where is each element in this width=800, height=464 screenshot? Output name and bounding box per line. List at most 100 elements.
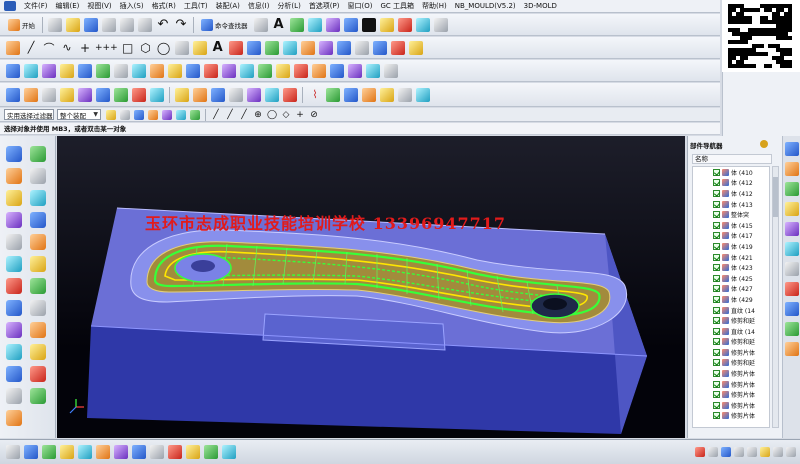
feature-tree-scrollbar[interactable] [772, 166, 779, 428]
visibility-checkbox[interactable] [713, 391, 720, 399]
grid-button[interactable] [307, 17, 323, 33]
pad-button[interactable] [95, 87, 111, 103]
select-all-button[interactable] [105, 109, 117, 121]
start-button[interactable]: 开始 [5, 17, 38, 33]
unite-button[interactable] [113, 87, 129, 103]
feature-tree-item[interactable]: 体 (415 [693, 220, 769, 231]
slider-icon[interactable] [30, 234, 46, 250]
surface-grid-button[interactable] [372, 40, 388, 56]
roles-tab-icon[interactable] [785, 322, 799, 336]
datum-plane-button[interactable] [246, 87, 262, 103]
scrollbar-thumb[interactable] [773, 177, 778, 217]
menu-gc-toolkit[interactable]: GC 工具箱 [376, 1, 418, 11]
menu-window[interactable]: 窗口(O) [344, 1, 377, 11]
chamfer-button[interactable] [192, 87, 208, 103]
feature-tree-item[interactable]: 体 (429 [693, 294, 769, 305]
styled-blend-button[interactable] [275, 63, 291, 79]
visibility-checkbox[interactable] [713, 295, 720, 303]
add-component-icon[interactable] [30, 146, 46, 162]
shaded-button[interactable] [131, 443, 147, 461]
text-curve-button[interactable]: A [210, 40, 226, 56]
orient-button[interactable] [41, 443, 57, 461]
through-curves-button[interactable] [5, 63, 21, 79]
mold-tool-button[interactable] [343, 87, 359, 103]
render-button[interactable] [397, 17, 413, 33]
intersect-button[interactable] [149, 87, 165, 103]
point-set-button[interactable]: +++ [95, 40, 118, 56]
snap-endpoint-button[interactable]: ╱ [210, 109, 222, 121]
studio-surface-button[interactable] [77, 63, 93, 79]
cut-button[interactable] [101, 17, 117, 33]
csys-button[interactable] [5, 443, 21, 461]
face-blend-button[interactable] [257, 63, 273, 79]
measure-button[interactable] [325, 17, 341, 33]
bounded-plane-button[interactable] [113, 63, 129, 79]
pin-icon[interactable] [760, 140, 768, 148]
hole-table-icon[interactable] [30, 344, 46, 360]
boss-button[interactable] [59, 87, 75, 103]
zoom-button[interactable] [77, 443, 93, 461]
curve-analysis-button[interactable] [354, 40, 370, 56]
helix-button[interactable] [174, 40, 190, 56]
constraint-navigator-tab-icon[interactable] [785, 162, 799, 176]
microphone-icon[interactable] [734, 447, 744, 457]
revolve-button[interactable] [23, 87, 39, 103]
through-mesh-button[interactable] [23, 63, 39, 79]
offset-surface-button[interactable] [131, 63, 147, 79]
exit-mold-icon[interactable] [6, 410, 22, 426]
hd3d-tools-tab-icon[interactable] [785, 222, 799, 236]
extract-geometry-button[interactable] [325, 87, 341, 103]
thicken-button[interactable] [221, 63, 237, 79]
pattern-button[interactable] [361, 87, 377, 103]
menu-edit[interactable]: 编辑(E) [52, 1, 84, 11]
mirror-feature-button[interactable] [379, 87, 395, 103]
redo-button[interactable]: ↷ [173, 17, 189, 33]
patch-button[interactable] [203, 63, 219, 79]
snap-quadrant-button[interactable]: ◇ [280, 109, 292, 121]
x-form-button[interactable] [239, 63, 255, 79]
ejector-icon[interactable] [6, 234, 22, 250]
gate-icon[interactable] [6, 278, 22, 294]
gc-analysis-button[interactable] [415, 87, 431, 103]
system-materials-tab-icon[interactable] [785, 282, 799, 296]
curve-offset-button[interactable]: ⌇ [307, 87, 323, 103]
pocket-button[interactable] [77, 87, 93, 103]
visibility-checkbox[interactable] [713, 274, 720, 282]
menu-help[interactable]: 帮助(H) [418, 1, 451, 11]
cavity-icon[interactable] [30, 190, 46, 206]
history-tab-icon[interactable] [785, 262, 799, 276]
feature-tree-item[interactable]: 体 (417 [693, 231, 769, 242]
feature-tree-item[interactable]: 修剪和延 [693, 315, 769, 326]
name-column-header[interactable]: 名称 [692, 154, 772, 164]
tools-icon[interactable] [773, 447, 783, 457]
menu-3d-mold[interactable]: 3D-MOLD [520, 2, 561, 10]
feature-tree-item[interactable]: 修剪片体 [693, 411, 769, 422]
spline-button[interactable]: ∿ [59, 40, 75, 56]
feature-tree-item[interactable]: 体 (413 [693, 199, 769, 210]
feature-tree-item[interactable]: 体 (410 [693, 167, 769, 178]
feature-tree-item[interactable]: 直纹 (14 [693, 326, 769, 337]
refresh-icon[interactable] [30, 388, 46, 404]
feature-tree-item[interactable]: 修剪片体 [693, 379, 769, 390]
intersect-curve-button[interactable] [246, 40, 262, 56]
offset-curve-button[interactable] [192, 40, 208, 56]
feature-tree-item[interactable]: 体 (412 [693, 188, 769, 199]
snap-face-button[interactable]: ⊘ [308, 109, 320, 121]
view-manager-icon[interactable] [30, 366, 46, 382]
ellipse-button[interactable]: ◯ [156, 40, 172, 56]
visibility-checkbox[interactable] [713, 412, 720, 420]
visibility-checkbox[interactable] [713, 211, 720, 219]
extend-surface-button[interactable] [149, 63, 165, 79]
paste-button[interactable] [137, 17, 153, 33]
text-button[interactable]: A [271, 17, 287, 33]
insert-icon[interactable] [30, 212, 46, 228]
visibility-checkbox[interactable] [713, 306, 720, 314]
input-method-icon[interactable] [695, 447, 705, 457]
snap-center-button[interactable]: ◯ [266, 109, 278, 121]
menu-format[interactable]: 格式(R) [148, 1, 180, 11]
snap-midpoint-button[interactable]: ╱ [224, 109, 236, 121]
drawing-icon[interactable] [30, 322, 46, 338]
feature-tree-item[interactable]: 体 (423 [693, 262, 769, 273]
visibility-checkbox[interactable] [713, 221, 720, 229]
settings-icon[interactable] [786, 447, 796, 457]
